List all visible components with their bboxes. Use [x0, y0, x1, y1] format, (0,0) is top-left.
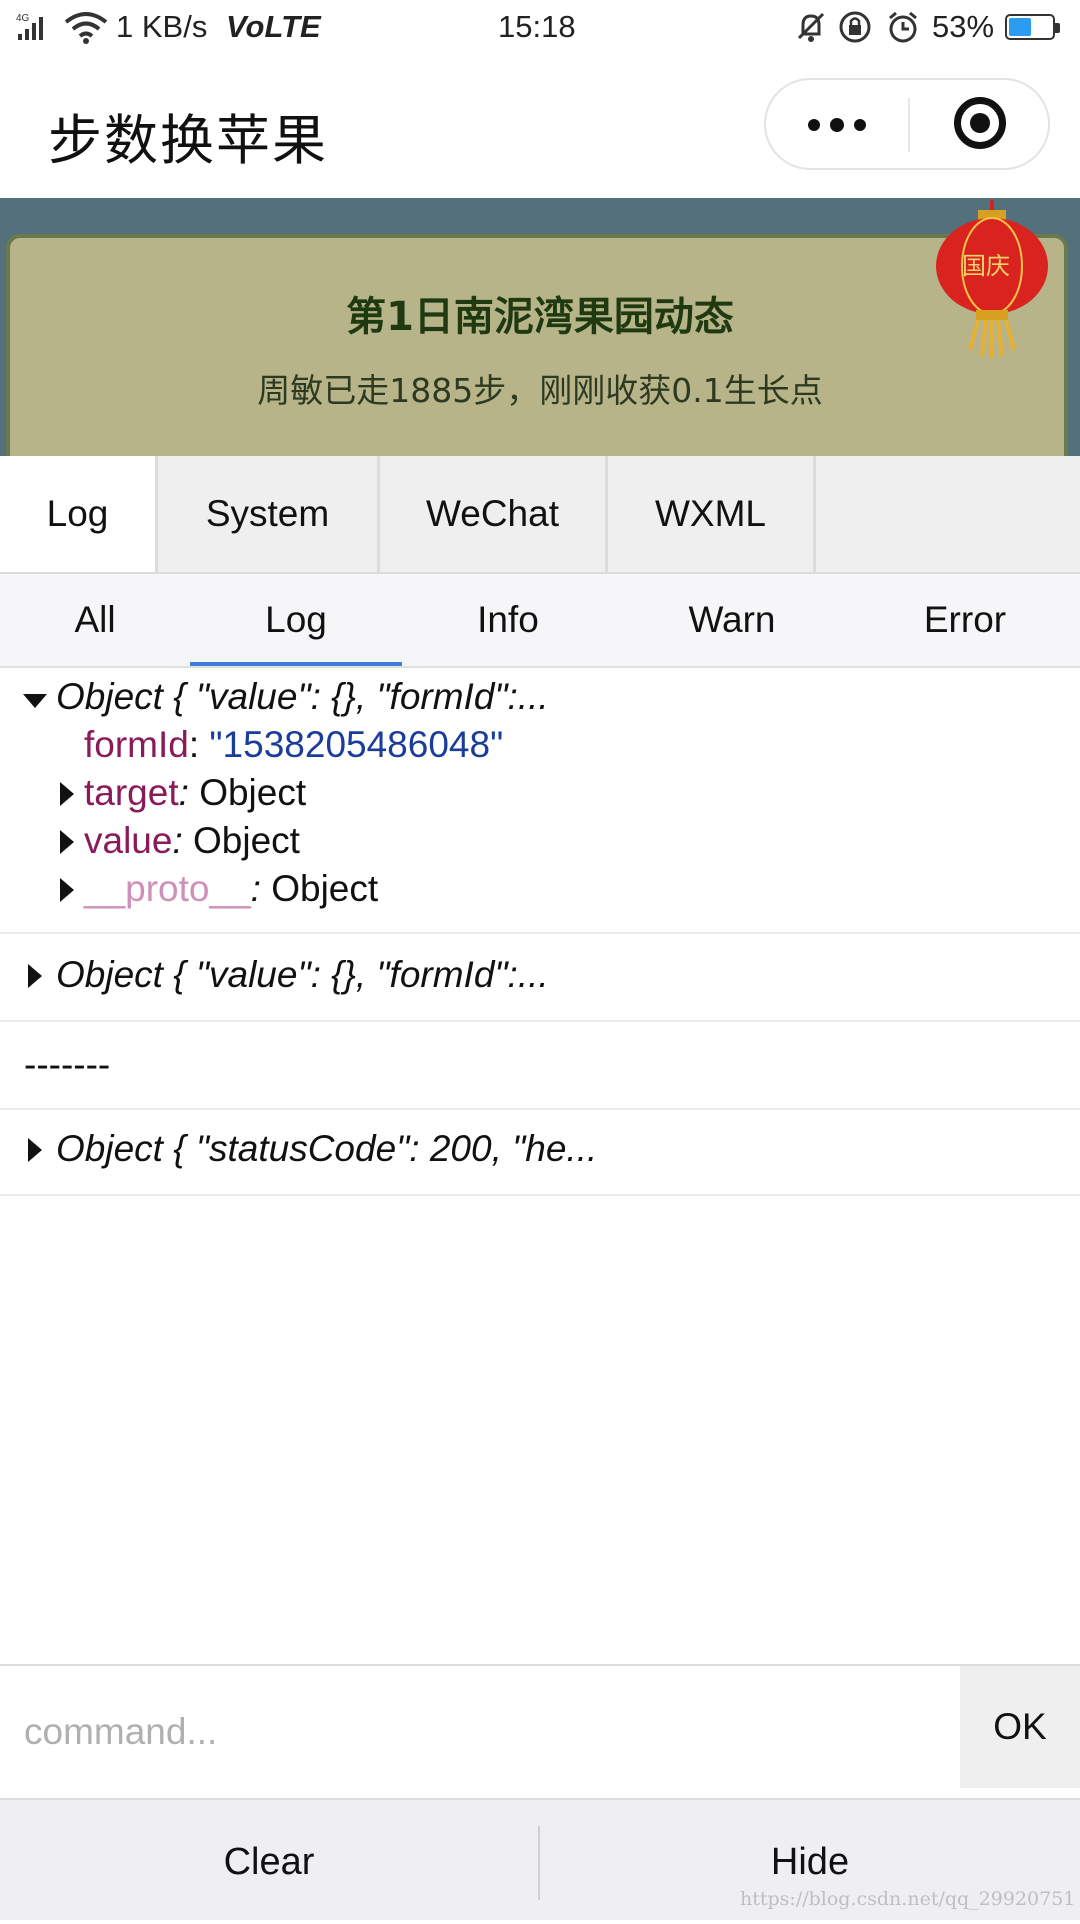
- object-summary[interactable]: Object { "value": {}, "formId":...: [56, 676, 549, 718]
- target-icon-dot: [970, 113, 990, 133]
- battery-fill: [1009, 18, 1031, 36]
- command-bar: OK: [0, 1664, 1080, 1800]
- property-target[interactable]: target: Object: [84, 772, 306, 814]
- property-value-object[interactable]: value: Object: [84, 820, 300, 862]
- console-entry: -------: [0, 1022, 1080, 1110]
- banner-card: [6, 234, 1068, 456]
- filter-info[interactable]: Info: [402, 574, 614, 666]
- ok-button[interactable]: OK: [960, 1666, 1080, 1788]
- filter-all[interactable]: All: [0, 574, 190, 666]
- signal-icon: 4G: [16, 13, 43, 40]
- property-key: __proto__: [84, 868, 251, 909]
- property-key: value: [84, 820, 173, 861]
- clock: 15:18: [498, 9, 576, 44]
- object-summary[interactable]: Object { "value": {}, "formId":...: [56, 954, 549, 996]
- log-filter-tabs: All Log Info Warn Error: [0, 574, 1080, 668]
- property-key: target: [84, 772, 179, 813]
- lantern-text: 国庆: [962, 252, 1010, 280]
- property-value: Object: [271, 868, 379, 909]
- property-value: Object: [199, 772, 307, 813]
- property-colon: :: [178, 772, 189, 813]
- banner-subtitle: 周敏已走1885步，刚刚收获0.1生长点: [257, 371, 823, 410]
- close-miniprogram-button[interactable]: [910, 80, 1050, 168]
- expand-triangle-icon[interactable]: [60, 878, 74, 902]
- filter-error[interactable]: Error: [850, 574, 1080, 666]
- main-tabs: Log System WeChat WXML: [0, 456, 1080, 574]
- battery-icon: [1005, 14, 1060, 40]
- expand-triangle-icon[interactable]: [60, 830, 74, 854]
- volte-label: VoLTE: [226, 9, 321, 44]
- expand-triangle-icon[interactable]: [28, 964, 42, 988]
- lantern-icon: 国庆: [936, 200, 1048, 358]
- banner-title: 第1日南泥湾果园动态: [346, 294, 734, 340]
- tab-system[interactable]: System: [158, 456, 380, 572]
- more-button[interactable]: [766, 80, 908, 168]
- property-value: "1538205486048": [209, 724, 504, 765]
- property-formid: formId: "1538205486048": [84, 724, 503, 766]
- status-bar: 4G 1 KB/s VoLTE 15:18 53%: [0, 0, 1080, 56]
- console-entry: Object { "value": {}, "formId":... formI…: [0, 668, 1080, 934]
- property-proto[interactable]: __proto__: Object: [84, 868, 378, 910]
- page-title: 步数换苹果: [48, 109, 328, 172]
- expand-triangle-icon[interactable]: [60, 782, 74, 806]
- active-filter-indicator: [190, 662, 402, 666]
- property-colon: :: [172, 820, 183, 861]
- more-dot: [854, 119, 866, 131]
- filter-log[interactable]: Log: [190, 574, 402, 666]
- log-text: -------: [24, 1044, 111, 1085]
- property-key: formId: [84, 724, 189, 765]
- filter-warn[interactable]: Warn: [614, 574, 850, 666]
- clear-button[interactable]: Clear: [0, 1800, 538, 1920]
- console-entry: Object { "value": {}, "formId":...: [0, 934, 1080, 1022]
- battery-percent: 53%: [932, 9, 995, 44]
- tab-log[interactable]: Log: [0, 456, 158, 572]
- collapse-triangle-icon[interactable]: [23, 694, 47, 708]
- expand-triangle-icon[interactable]: [28, 1138, 42, 1162]
- tab-wechat[interactable]: WeChat: [380, 456, 608, 572]
- nav-header: 步数换苹果: [0, 56, 1080, 198]
- property-separator: :: [188, 724, 210, 765]
- property-colon: :: [250, 868, 261, 909]
- object-summary[interactable]: Object { "statusCode": 200, "he...: [56, 1128, 597, 1170]
- battery-nub: [1055, 23, 1060, 33]
- command-input[interactable]: [0, 1666, 960, 1798]
- wifi-icon: [64, 12, 108, 44]
- lock-rotation-icon: [839, 11, 871, 43]
- console-entry: Object { "statusCode": 200, "he...: [0, 1110, 1080, 1196]
- silent-icon: [797, 12, 825, 42]
- more-dot: [830, 118, 844, 132]
- network-speed: 1 KB/s: [116, 9, 208, 44]
- property-value: Object: [193, 820, 300, 861]
- watermark: https://blog.csdn.net/qq_29920751: [740, 1888, 1076, 1910]
- more-dot: [808, 119, 820, 131]
- network-type: 4G: [16, 13, 30, 24]
- alarm-icon: [889, 11, 917, 43]
- miniprogram-capsule: [764, 78, 1050, 170]
- tab-wxml[interactable]: WXML: [608, 456, 816, 572]
